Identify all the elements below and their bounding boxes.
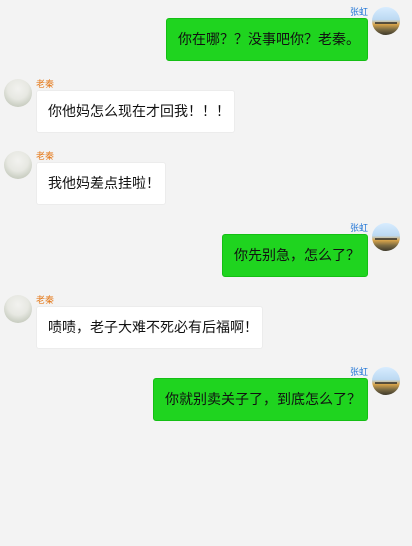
avatar[interactable] <box>372 367 400 395</box>
message-bubble[interactable]: 啧啧，老子大难不死必有后福啊！ <box>36 306 263 349</box>
sender-name: 张虹 <box>349 368 368 378</box>
avatar[interactable] <box>4 295 32 323</box>
chat-conversation: 张虹 你在哪？？没事吧你？老秦。 老秦 你他妈怎么现在才回我！！！ 老秦 我他妈… <box>0 0 412 546</box>
sender-name: 张虹 <box>349 224 368 234</box>
message-bubble[interactable]: 我他妈差点挂啦！ <box>36 162 166 205</box>
sender-name: 老秦 <box>36 296 55 306</box>
message-bubble[interactable]: 你就别卖关子了，到底怎么了？ <box>153 378 368 421</box>
message-bubble[interactable]: 你他妈怎么现在才回我！！！ <box>36 90 235 133</box>
avatar[interactable] <box>4 151 32 179</box>
avatar[interactable] <box>372 7 400 35</box>
sender-name: 老秦 <box>36 152 55 162</box>
message-bubble[interactable]: 你先别急，怎么了？ <box>222 234 368 277</box>
avatar[interactable] <box>4 79 32 107</box>
message-bubble[interactable]: 你在哪？？没事吧你？老秦。 <box>166 18 368 61</box>
sender-name: 老秦 <box>36 80 55 90</box>
avatar[interactable] <box>372 223 400 251</box>
sender-name: 张虹 <box>349 8 368 18</box>
